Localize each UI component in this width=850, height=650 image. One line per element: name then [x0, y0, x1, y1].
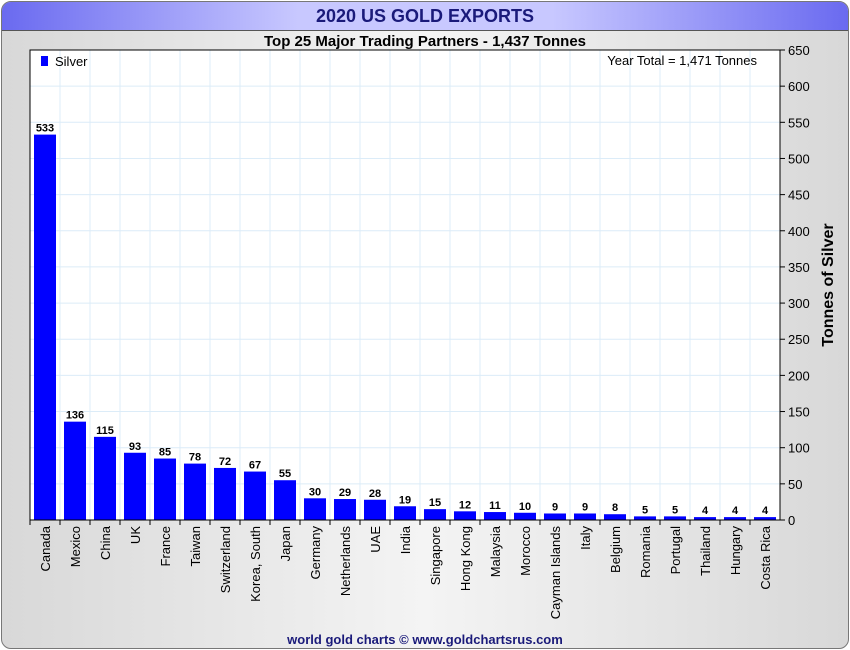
data-label: 4	[732, 505, 739, 517]
data-label: 85	[159, 447, 171, 459]
bar	[364, 499, 386, 520]
bar	[124, 452, 146, 520]
bar	[334, 499, 356, 520]
bar	[634, 516, 656, 520]
y-tick-label: 650	[788, 43, 810, 58]
x-tick-label: Canada	[38, 525, 53, 571]
bar	[604, 514, 626, 520]
y-tick-label: 400	[788, 224, 810, 239]
x-tick-label: Japan	[278, 526, 293, 561]
data-label: 93	[129, 441, 141, 453]
data-label: 10	[519, 501, 531, 513]
x-tick-label: Hong Kong	[458, 526, 473, 591]
x-tick-label: UK	[128, 526, 143, 544]
data-label: 12	[459, 499, 471, 511]
bar	[154, 458, 176, 520]
x-tick-label: UAE	[368, 526, 383, 553]
x-tick-label: Switzerland	[218, 526, 233, 593]
bar	[574, 513, 596, 520]
y-tick-label: 450	[788, 188, 810, 203]
y-tick-label: 250	[788, 332, 810, 347]
bar	[34, 134, 56, 520]
bar	[514, 512, 536, 520]
x-tick-label: Italy	[578, 526, 593, 550]
data-label: 4	[702, 505, 709, 517]
x-tick-label: Cayman Islands	[548, 526, 563, 620]
bar-chart: 0 50 100 150 200 250 300 350 400 450 500 550 600 650 5…	[29, 43, 837, 620]
data-label: 55	[279, 468, 291, 480]
y-tick-label: 600	[788, 79, 810, 94]
x-tick-label: Costa Rica	[758, 525, 773, 589]
data-label: 19	[399, 494, 411, 506]
bar	[94, 436, 116, 520]
data-label: 30	[309, 486, 321, 498]
x-tick-label: Mexico	[68, 526, 83, 567]
bar	[64, 421, 86, 520]
data-label: 72	[219, 456, 231, 468]
x-tick-label: Thailand	[698, 526, 713, 576]
data-label: 9	[552, 501, 558, 513]
year-total-annotation: Year Total = 1,471 Tonnes	[607, 53, 757, 68]
bar	[454, 511, 476, 520]
y-tick-label: 300	[788, 296, 810, 311]
x-tick-label: India	[398, 525, 413, 554]
data-label: 15	[429, 497, 441, 509]
legend-swatch	[41, 56, 48, 66]
x-tick-label: Germany	[308, 526, 323, 580]
y-axis-label: Tonnes of Silver	[820, 223, 837, 346]
bar	[424, 509, 446, 520]
data-label: 5	[642, 504, 648, 516]
bar	[244, 471, 266, 520]
y-tick-label: 0	[788, 513, 795, 528]
x-tick-label: Belgium	[608, 526, 623, 573]
x-tick-label: Romania	[638, 525, 653, 578]
x-tick-label: Singapore	[428, 526, 443, 585]
data-label: 11	[489, 500, 501, 512]
data-label: 29	[339, 487, 351, 499]
plot-area	[30, 50, 780, 520]
data-label: 8	[612, 502, 618, 514]
bar	[214, 467, 236, 520]
data-label: 136	[66, 410, 84, 422]
x-tick-label: Netherlands	[338, 526, 353, 597]
x-tick-label: Hungary	[728, 526, 743, 576]
data-label: 533	[36, 123, 54, 135]
x-tick-label: France	[158, 526, 173, 566]
x-tick-label: Korea, South	[248, 526, 263, 602]
data-label: 4	[762, 505, 769, 517]
bar	[274, 480, 296, 520]
bar	[394, 506, 416, 520]
bar	[304, 498, 326, 520]
y-tick-label: 50	[788, 477, 802, 492]
data-label: 115	[96, 425, 114, 437]
bar	[544, 513, 566, 520]
x-tick-label: Taiwan	[188, 526, 203, 566]
y-tick-label: 500	[788, 151, 810, 166]
y-tick-label: 550	[788, 115, 810, 130]
data-label: 5	[672, 504, 678, 516]
legend-label: Silver	[55, 54, 88, 69]
y-tick-label: 200	[788, 368, 810, 383]
y-tick-label: 150	[788, 405, 810, 420]
x-tick-label: Portugal	[668, 526, 683, 575]
y-tick-label: 100	[788, 441, 810, 456]
x-tick-label: Morocco	[518, 526, 533, 576]
x-tick-label: Malaysia	[488, 525, 503, 577]
x-tick-label: China	[98, 525, 113, 560]
y-tick-label: 350	[788, 260, 810, 275]
data-label: 28	[369, 488, 381, 500]
bar	[184, 463, 206, 520]
data-label: 9	[582, 501, 588, 513]
bar	[664, 516, 686, 520]
data-label: 67	[249, 460, 261, 472]
data-label: 78	[189, 452, 201, 464]
bar	[484, 512, 506, 520]
